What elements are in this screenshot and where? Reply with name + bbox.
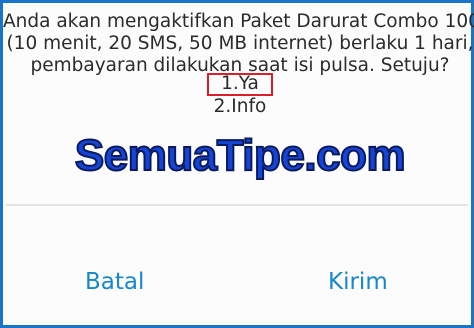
message-line: (10 menit, 20 SMS, 50 MB internet) berla… xyxy=(6,33,474,54)
send-button[interactable]: Kirim xyxy=(328,257,388,307)
option-info: 2.Info xyxy=(213,96,267,117)
option-yes-highlight: 1.Ya xyxy=(207,73,273,96)
divider xyxy=(6,204,468,206)
message-line: Anda akan mengaktifkan Paket Darurat Com… xyxy=(3,11,474,32)
dialog-options: 1.Ya 2.Info xyxy=(3,73,474,118)
cancel-button[interactable]: Batal xyxy=(85,257,144,307)
option-yes: 1.Ya xyxy=(221,73,259,94)
watermark-text: SemuaTipe.com xyxy=(74,130,407,181)
dialog-message: Anda akan mengaktifkan Paket Darurat Com… xyxy=(3,11,474,77)
ussd-dialog: Anda akan mengaktifkan Paket Darurat Com… xyxy=(0,0,474,328)
option-row: 1.Ya xyxy=(3,73,474,96)
